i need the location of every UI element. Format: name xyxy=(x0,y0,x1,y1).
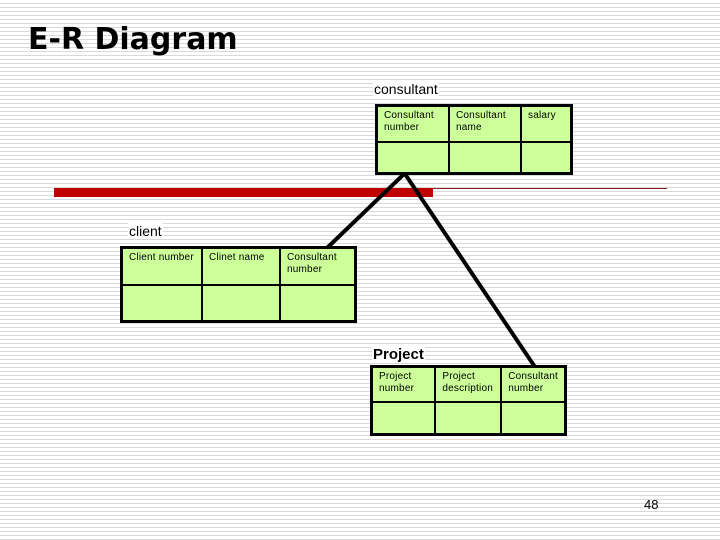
attribute-consultant-name: Consultant name xyxy=(448,104,522,143)
title-underline-line xyxy=(433,188,667,189)
value-cell xyxy=(201,283,281,323)
attribute-consultant-number: Consultant number xyxy=(375,104,450,143)
attribute-salary: salary xyxy=(520,104,573,143)
relationship-lines xyxy=(325,172,537,369)
entity-label-client: client xyxy=(128,223,163,239)
value-cell xyxy=(500,400,567,436)
value-cell xyxy=(370,400,437,436)
value-cell xyxy=(448,140,522,175)
value-cell xyxy=(520,140,573,175)
value-cell xyxy=(434,400,503,436)
attribute-consultant-number: Consultant number xyxy=(500,365,567,403)
relationship-consultant-client xyxy=(325,172,406,250)
attribute-client-number: Client number xyxy=(120,246,203,286)
entity-table-client: Client number Clinet name Consultant num… xyxy=(120,246,357,323)
entity-table-consultant: Consultant number Consultant name salary xyxy=(375,104,573,175)
entity-label-project: Project xyxy=(372,346,425,363)
title-underline-bar xyxy=(54,188,433,197)
entity-table-project: Project number Project description Consu… xyxy=(370,365,567,436)
attribute-consultant-number: Consultant number xyxy=(279,246,357,286)
slide-title: E-R Diagram xyxy=(28,22,238,57)
attribute-project-number: Project number xyxy=(370,365,437,403)
relationship-consultant-project xyxy=(403,172,537,369)
value-cell xyxy=(279,283,357,323)
attribute-project-description: Project description xyxy=(434,365,503,403)
page-number: 48 xyxy=(644,497,659,512)
value-cell xyxy=(120,283,203,323)
entity-label-consultant: consultant xyxy=(373,81,439,97)
value-cell xyxy=(375,140,450,175)
attribute-client-name: Clinet name xyxy=(201,246,281,286)
